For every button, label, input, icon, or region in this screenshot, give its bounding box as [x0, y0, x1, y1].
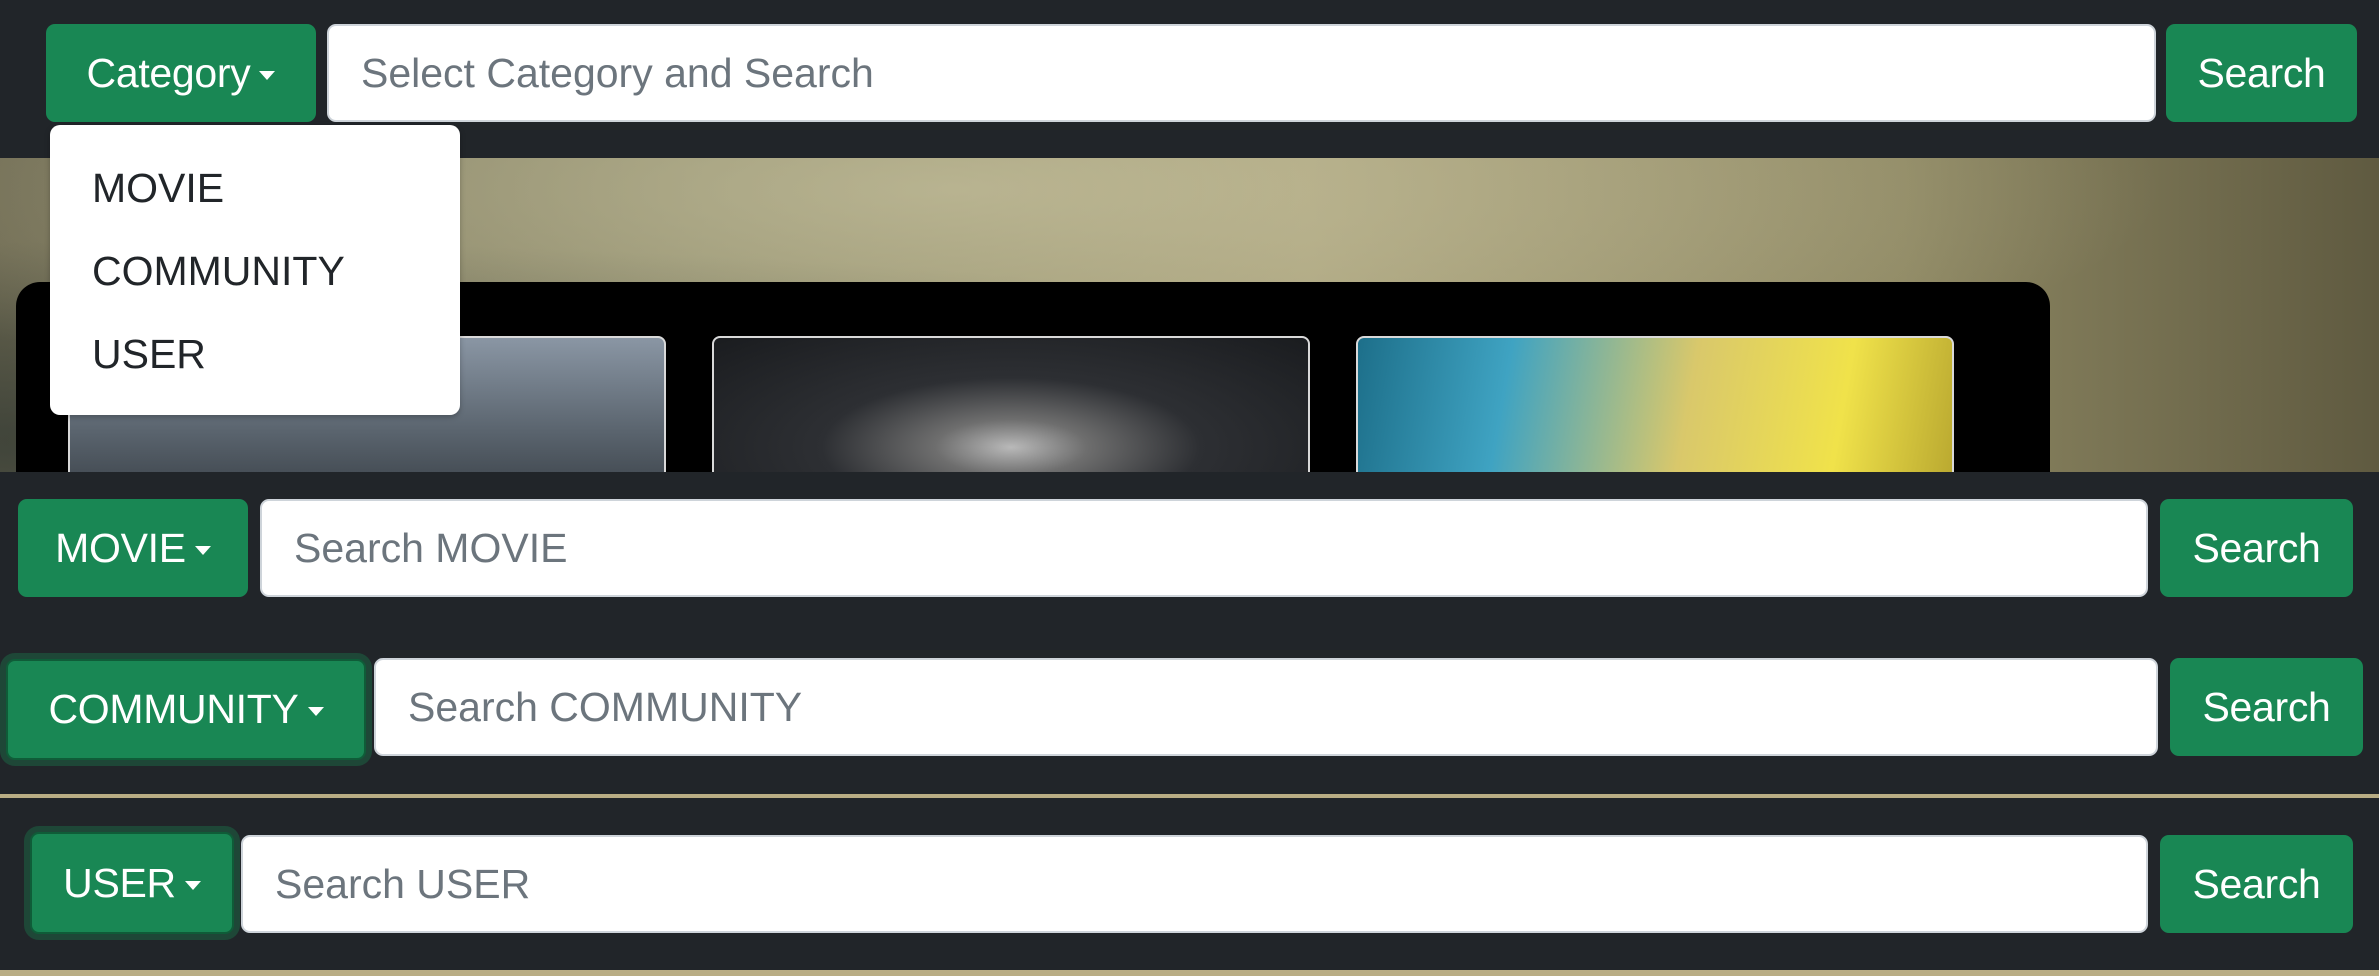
search-button-user[interactable]: Search [2160, 835, 2353, 933]
dropdown-item-community[interactable]: COMMUNITY [50, 230, 460, 313]
search-button-label: Search [2197, 49, 2326, 96]
caret-down-icon [259, 70, 276, 80]
caret-down-icon [194, 545, 211, 555]
community-dropdown-button[interactable]: COMMUNITY [6, 659, 366, 760]
category-dropdown-label: Category [86, 49, 251, 96]
user-dropdown-button[interactable]: USER [30, 832, 234, 934]
search-input-user[interactable] [241, 835, 2148, 933]
search-button-category[interactable]: Search [2166, 24, 2357, 122]
dropdown-item-user[interactable]: USER [50, 313, 460, 396]
user-dropdown-label: USER [63, 859, 176, 906]
category-dropdown-button[interactable]: Category [46, 24, 316, 122]
community-dropdown-label: COMMUNITY [48, 686, 299, 732]
movie-poster-card[interactable] [712, 336, 1310, 472]
search-button-community[interactable]: Search [2170, 658, 2363, 756]
search-button-label: Search [2202, 683, 2331, 730]
caret-down-icon [184, 880, 201, 890]
caret-down-icon [307, 707, 324, 716]
search-button-label: Search [2192, 524, 2321, 571]
movie-poster-card[interactable] [1356, 336, 1954, 472]
search-input-movie[interactable] [260, 499, 2148, 597]
category-dropdown-menu: MOVIE COMMUNITY USER [50, 125, 460, 415]
movie-dropdown-button[interactable]: MOVIE [18, 499, 248, 597]
search-button-label: Search [2192, 860, 2321, 907]
movie-dropdown-label: MOVIE [55, 524, 186, 571]
search-input-community[interactable] [374, 658, 2158, 756]
search-button-movie[interactable]: Search [2160, 499, 2353, 597]
search-input-category[interactable] [327, 24, 2156, 122]
section-divider [0, 970, 2379, 976]
dropdown-item-movie[interactable]: MOVIE [50, 147, 460, 230]
